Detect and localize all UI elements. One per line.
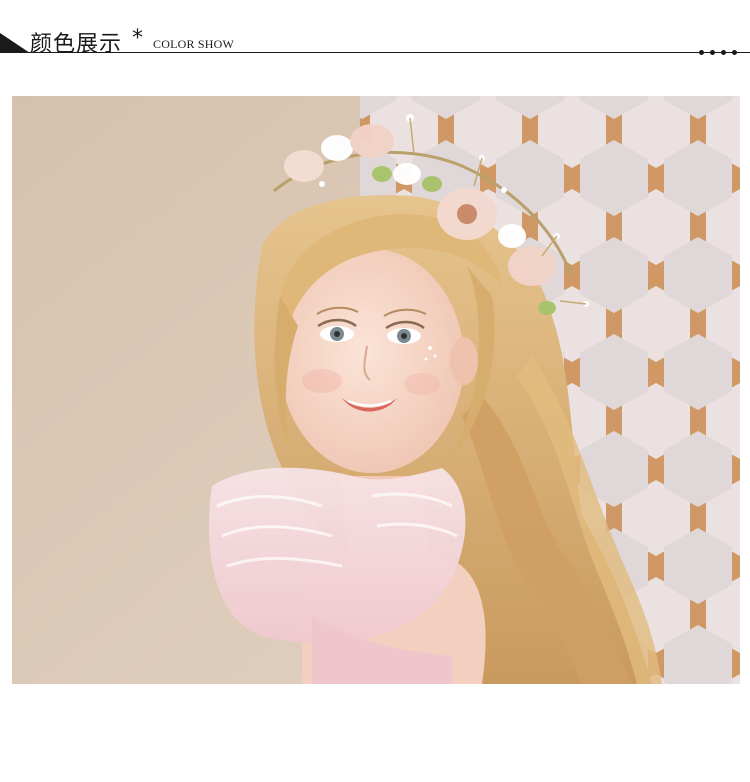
- product-photo-illustration: [12, 96, 740, 684]
- header-corner-triangle: [0, 33, 30, 53]
- header-dots: [699, 50, 737, 55]
- section-subtitle: COLOR SHOW: [153, 37, 235, 51]
- asterisk-icon: *: [132, 26, 143, 51]
- section-header: 颜色展示 * COLOR SHOW: [0, 0, 750, 60]
- dot-icon: [699, 50, 704, 55]
- dot-icon: [732, 50, 737, 55]
- dot-icon: [721, 50, 726, 55]
- dot-icon: [710, 50, 715, 55]
- product-detail-page: 颜色展示 * COLOR SHOW: [0, 0, 750, 782]
- product-photo: [12, 96, 740, 684]
- section-title: 颜色展示: [30, 32, 123, 57]
